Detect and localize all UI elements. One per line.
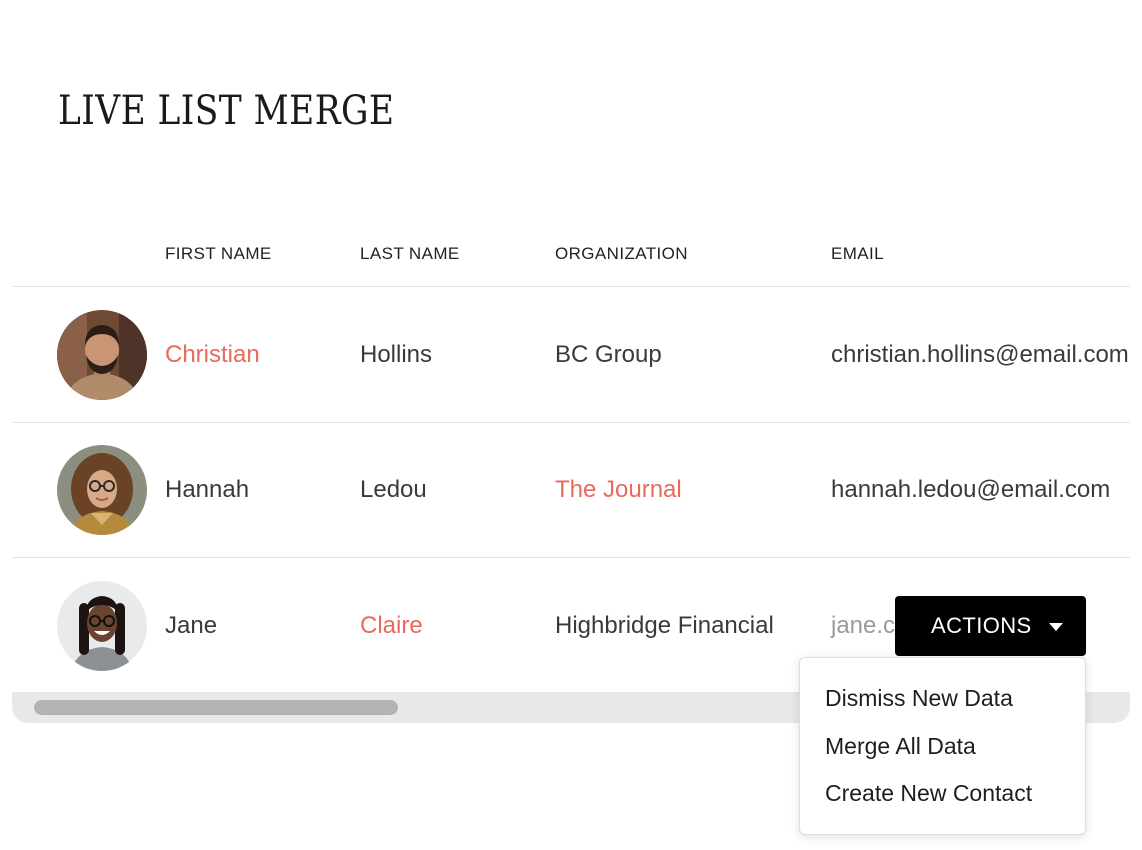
email-cell: christian.hollins@email.com xyxy=(831,341,1129,368)
table-row[interactable]: Christian Hollins BC Group christian.hol… xyxy=(12,288,1130,423)
email-cell: jane.c xyxy=(831,611,896,639)
last-name-cell: Ledou xyxy=(360,476,427,503)
column-header-organization[interactable]: ORGANIZATION xyxy=(555,244,688,264)
avatar xyxy=(57,580,147,671)
actions-dropdown-menu: Dismiss New Data Merge All Data Create N… xyxy=(799,657,1086,835)
scrollbar-thumb[interactable] xyxy=(34,700,398,715)
organization-cell: The Journal xyxy=(555,476,682,503)
caret-down-icon xyxy=(1049,623,1063,631)
page: LIVE LIST MERGE FIRST NAME LAST NAME ORG… xyxy=(0,0,1142,850)
last-name-cell: Hollins xyxy=(360,341,433,368)
column-header-email[interactable]: EMAIL xyxy=(831,244,884,264)
column-header-last-name[interactable]: LAST NAME xyxy=(360,244,460,264)
table-row[interactable]: Hannah Ledou The Journal hannah.ledou@em… xyxy=(12,423,1130,558)
actions-button[interactable]: ACTIONS xyxy=(895,596,1086,656)
column-header-first-name[interactable]: FIRST NAME xyxy=(165,244,272,264)
organization-cell: BC Group xyxy=(555,341,662,368)
table-header: FIRST NAME LAST NAME ORGANIZATION EMAIL xyxy=(12,225,1130,287)
first-name-cell: Jane xyxy=(165,611,218,639)
first-name-cell: Hannah xyxy=(165,476,250,503)
menu-item-create-new-contact[interactable]: Create New Contact xyxy=(825,780,1032,807)
menu-item-merge-all-data[interactable]: Merge All Data xyxy=(825,733,976,760)
organization-cell: Highbridge Financial xyxy=(555,611,774,639)
avatar xyxy=(57,445,147,535)
email-cell: hannah.ledou@email.com xyxy=(831,476,1111,503)
menu-item-dismiss-new-data[interactable]: Dismiss New Data xyxy=(825,685,1013,712)
avatar xyxy=(57,310,147,400)
first-name-cell: Christian xyxy=(165,341,260,368)
page-title: LIVE LIST MERGE xyxy=(58,88,395,134)
last-name-cell: Claire xyxy=(360,611,423,639)
actions-button-label: ACTIONS xyxy=(931,613,1032,638)
